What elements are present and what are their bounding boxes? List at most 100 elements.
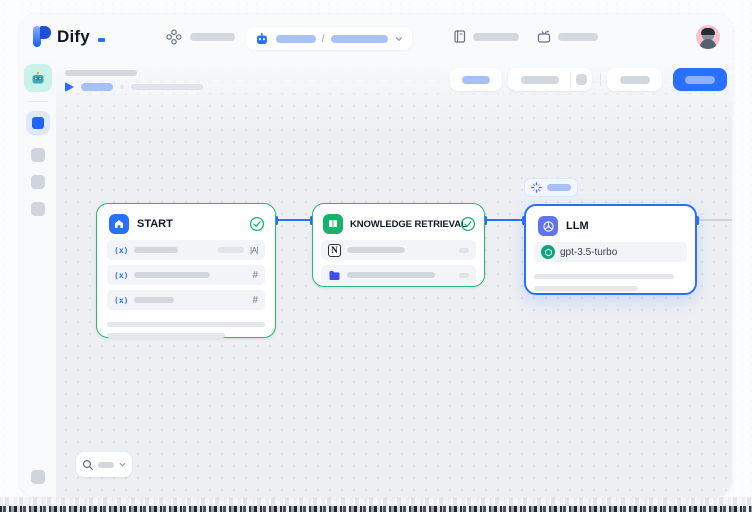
brand-name: Dify [57,27,90,47]
run-meta-placeholder [131,84,203,90]
book-icon [323,214,343,234]
avatar-hat [701,28,715,35]
preview-label-placeholder [462,76,490,84]
node-desc-placeholder [107,322,265,327]
button-group-divider [570,72,571,87]
workflow-block-icon [32,117,44,129]
sidebar-app-icon[interactable] [24,64,52,92]
node-running-badge [524,178,578,197]
running-label-placeholder [547,184,571,191]
preview-button[interactable] [450,68,502,91]
notebook-icon [452,29,467,44]
plugins-flower-icon [166,29,182,45]
variable-row: (x) |A| [107,240,265,260]
node-llm[interactable]: LLM gpt-3.5-turbo [524,204,697,295]
node-title: LLM [566,220,589,232]
app-header: Dify / [20,14,732,60]
sidebar-item-workflow-active[interactable] [26,111,50,135]
variable-icon: (x) [114,246,128,255]
workspace-nav[interactable] [166,29,235,45]
dify-logo-icon [33,26,51,47]
dataset-row: N [321,240,476,260]
edge-llm-outgoing [697,219,732,221]
docs-label-placeholder [473,33,519,41]
tv-sparkle-icon [536,29,552,45]
run-button-label-placeholder [620,76,650,84]
notion-icon: N [328,244,341,257]
dify-logo: Dify [33,26,105,47]
check-circle-icon [249,216,265,232]
avatar-shoulders [700,39,716,49]
node-start[interactable]: START (x) |A| (x) # [96,203,276,338]
left-sidebar [20,60,56,497]
node-start-header: START [97,204,275,240]
model-name: gpt-3.5-turbo [560,247,617,258]
workflow-canvas[interactable]: START (x) |A| (x) # [56,60,732,497]
sidebar-divider [28,101,48,102]
app-switcher[interactable]: / [246,27,412,50]
number-type-icon: # [252,295,258,306]
sidebar-item-placeholder-3[interactable] [31,202,45,216]
assistant-link[interactable] [536,29,598,45]
check-circle-icon [460,216,476,232]
sidebar-item-placeholder-1[interactable] [31,148,45,162]
scan-noise-band [0,497,752,506]
variable-name-placeholder [134,297,174,303]
user-avatar[interactable] [696,25,720,49]
chevron-down-icon[interactable] [118,460,127,469]
model-row: gpt-3.5-turbo [534,242,687,262]
node-desc-placeholder [534,274,674,279]
openai-icon [541,245,555,259]
home-icon [109,214,129,234]
docs-link[interactable] [452,29,519,44]
workflow-title-placeholder [65,70,137,76]
bot-icon [254,31,270,47]
brand-cursor-icon [98,38,105,42]
run-button[interactable] [607,68,662,91]
robot-app-icon [29,69,47,87]
dot-separator [120,85,124,89]
node-llm-header: LLM [526,206,695,242]
edge-knowledge-to-llm [485,219,524,221]
variable-value-placeholder [218,247,244,253]
node-title: KNOWLEDGE RETRIEVAL [350,219,467,230]
settings-square-icon[interactable] [576,74,587,85]
run-label-placeholder [81,83,113,91]
text-type-icon: |A| [250,246,258,255]
node-desc-placeholder [534,286,638,291]
spinner-icon [531,182,542,193]
app-name-placeholder [276,35,316,43]
screenshot-root: Dify / [0,0,752,512]
dataset-name-placeholder [347,272,435,278]
publish-label-placeholder [685,76,715,84]
edge-start-to-knowledge [276,219,312,221]
variable-name-placeholder [134,272,210,278]
workflow-name-placeholder [331,35,389,43]
variable-row: (x) # [107,290,265,310]
dataset-meta-placeholder [459,273,469,278]
variable-icon: (x) [114,296,128,305]
node-desc-placeholder [107,333,225,338]
node-knowledge-header: KNOWLEDGE RETRIEVAL [313,204,484,240]
variable-name-placeholder [134,247,178,253]
variable-row: (x) # [107,265,265,285]
breadcrumb-separator: / [322,33,325,45]
search-icon [82,459,94,471]
sidebar-item-placeholder-bottom[interactable] [31,470,45,484]
dataset-name-placeholder [347,247,405,253]
number-type-icon: # [252,270,258,281]
variable-icon: (x) [114,271,128,280]
run-status-row [65,82,203,92]
app-window: Dify / [20,14,732,497]
llm-brain-icon [538,216,558,236]
scan-noise-line [0,506,752,512]
chevron-down-icon[interactable] [394,34,404,44]
node-title: START [137,218,173,230]
zoom-control[interactable] [76,452,132,477]
features-button-group[interactable] [508,68,592,91]
run-play-icon[interactable] [65,82,74,92]
node-knowledge-retrieval[interactable]: KNOWLEDGE RETRIEVAL N [312,203,485,287]
dataset-meta-placeholder [459,248,469,253]
publish-button[interactable] [673,68,727,91]
sidebar-item-placeholder-2[interactable] [31,175,45,189]
